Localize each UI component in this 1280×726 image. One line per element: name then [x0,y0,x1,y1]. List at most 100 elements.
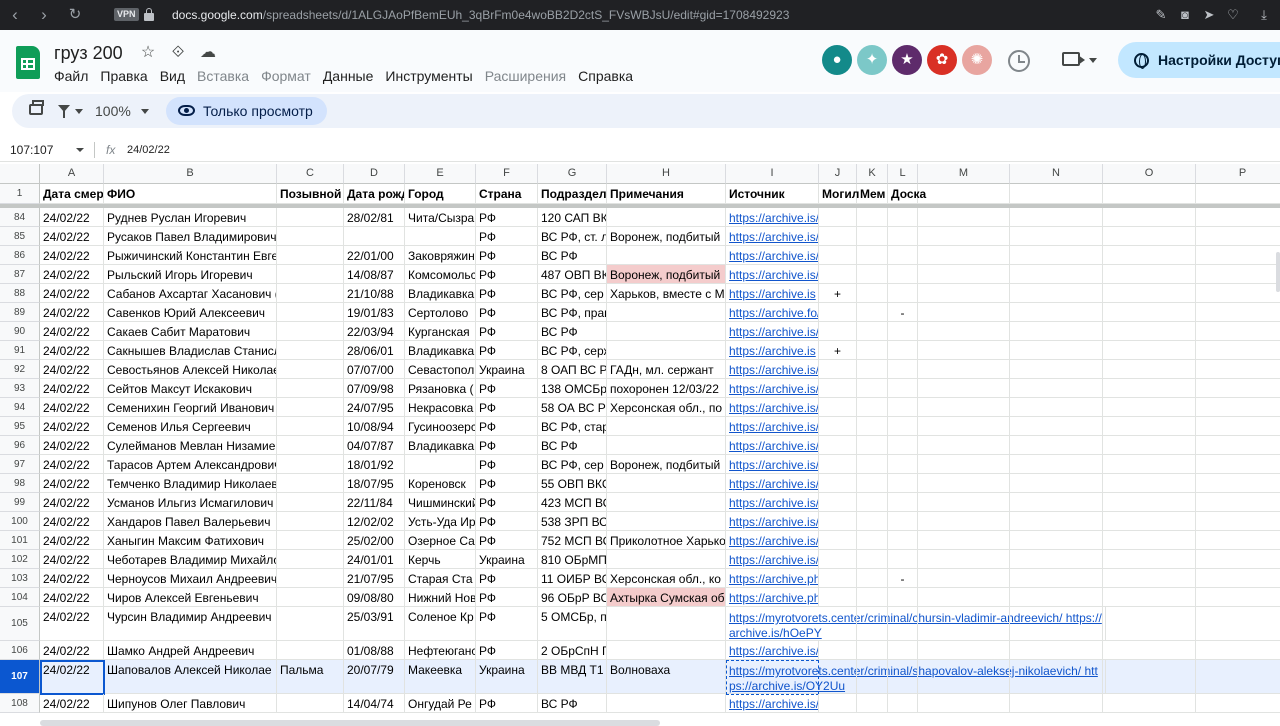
source-link-cell[interactable]: https://archive.is [726,284,819,303]
table-cell[interactable]: Шипунов Олег Павлович [104,694,277,713]
table-cell[interactable] [857,341,888,360]
table-cell[interactable] [857,660,888,694]
table-cell[interactable]: РФ [476,303,538,322]
table-cell[interactable] [607,436,726,455]
menu-item[interactable]: Формат [261,67,311,85]
table-cell[interactable]: 24/02/22 [40,531,104,550]
empty-cell[interactable] [1010,303,1103,322]
column-header[interactable]: D [344,164,405,184]
empty-cell[interactable] [1010,398,1103,417]
table-cell[interactable] [819,512,857,531]
table-cell[interactable] [857,474,888,493]
table-cell[interactable] [277,341,344,360]
row-header[interactable]: 92 [0,360,40,379]
balloon-icon[interactable]: ● [822,45,852,75]
empty-cell[interactable] [1010,246,1103,265]
empty-cell[interactable] [1010,360,1103,379]
table-cell[interactable]: РФ [476,588,538,607]
source-link-cell[interactable]: https://archive.fo/XIT0S [726,303,819,322]
header-cell[interactable]: Могил [819,184,859,204]
column-header[interactable]: O [1103,164,1196,184]
source-link-cell[interactable]: https://archive.is/KVqH9 [726,322,819,341]
table-cell[interactable] [819,493,857,512]
empty-cell[interactable] [1196,398,1280,417]
row-header[interactable]: 107 [0,660,40,694]
empty-cell[interactable] [918,512,1010,531]
table-cell[interactable] [277,569,344,588]
row-header[interactable]: 102 [0,550,40,569]
table-cell[interactable]: Чишминский [405,493,476,512]
table-cell[interactable]: РФ [476,265,538,284]
empty-cell[interactable] [1196,531,1280,550]
empty-cell[interactable] [1103,531,1196,550]
hedgehog-icon[interactable]: ✺ [962,45,992,75]
empty-cell[interactable] [918,360,1010,379]
empty-cell[interactable] [1103,303,1196,322]
history-icon[interactable] [1008,50,1030,72]
table-cell[interactable]: 21/10/88 [344,284,405,303]
send-icon[interactable]: ➤ [1200,6,1218,24]
table-cell[interactable]: 24/02/22 [40,607,104,641]
table-cell[interactable]: 01/08/88 [344,641,405,660]
row-header[interactable]: 97 [0,455,40,474]
table-cell[interactable]: РФ [476,569,538,588]
source-link-cell[interactable]: https://archive.is/PQq4J [726,208,819,227]
row-header[interactable]: 104 [0,588,40,607]
table-cell[interactable]: Семенихин Георгий Иванович [104,398,277,417]
table-cell[interactable]: Керчь [405,550,476,569]
table-cell[interactable]: Чурсин Владимир Андреевич [104,607,277,641]
table-cell[interactable]: 24/02/22 [40,660,104,694]
table-cell[interactable]: ВС РФ, прапорщик [538,303,607,322]
empty-cell[interactable] [1196,303,1280,322]
empty-cell[interactable] [1103,436,1196,455]
filter-dropdown-icon[interactable] [75,109,83,114]
table-cell[interactable]: РФ [476,455,538,474]
empty-cell[interactable] [1103,474,1196,493]
table-cell[interactable]: Чеботарев Владимир Михайлович [104,550,277,569]
table-cell[interactable] [819,360,857,379]
table-cell[interactable]: РФ [476,493,538,512]
empty-cell[interactable] [1103,341,1196,360]
table-cell[interactable]: 810 ОБрМП ВС РФ [538,550,607,569]
table-cell[interactable]: 24/01/01 [344,550,405,569]
empty-cell[interactable] [1010,512,1103,531]
table-cell[interactable] [888,227,918,246]
table-cell[interactable] [277,550,344,569]
header-cell[interactable] [1196,184,1280,204]
table-cell[interactable] [857,694,888,713]
table-cell[interactable]: 58 ОА ВС Р [538,398,607,417]
empty-cell[interactable] [918,455,1010,474]
table-cell[interactable] [607,512,726,531]
table-cell[interactable]: Рыжичинский Константин Евгеньевич [104,246,277,265]
empty-cell[interactable] [918,531,1010,550]
table-cell[interactable] [277,493,344,512]
empty-cell[interactable] [1196,417,1280,436]
table-cell[interactable]: 14/04/74 [344,694,405,713]
empty-cell[interactable] [1196,379,1280,398]
meet-video-icon[interactable] [1062,52,1085,66]
table-cell[interactable]: 20/07/79 [344,660,405,694]
header-cell[interactable]: Мем [857,184,888,204]
table-cell[interactable] [277,322,344,341]
menu-item[interactable]: Вставка [197,67,249,85]
zoom-dropdown-icon[interactable] [141,109,149,114]
camera-icon[interactable]: ◙ [1176,6,1194,24]
empty-cell[interactable] [918,227,1010,246]
table-cell[interactable]: 28/06/01 [344,341,405,360]
table-cell[interactable]: РФ [476,341,538,360]
table-cell[interactable]: Старая Ста [405,569,476,588]
empty-cell[interactable] [1010,607,1103,641]
table-cell[interactable]: Сулейманов Мевлан Низамиевич [104,436,277,455]
row-header[interactable]: 90 [0,322,40,341]
table-cell[interactable]: РФ [476,474,538,493]
name-box[interactable]: 107:107 [10,142,53,158]
table-cell[interactable]: РФ [476,607,538,641]
table-cell[interactable]: Савенков Юрий Алексеевич [104,303,277,322]
table-cell[interactable]: Руднев Руслан Игоревич [104,208,277,227]
table-cell[interactable]: 752 МСП ВС [538,531,607,550]
table-cell[interactable] [819,227,857,246]
table-cell[interactable]: 24/02/22 [40,569,104,588]
row-header[interactable]: 84 [0,208,40,227]
table-cell[interactable] [277,641,344,660]
empty-cell[interactable] [1196,474,1280,493]
